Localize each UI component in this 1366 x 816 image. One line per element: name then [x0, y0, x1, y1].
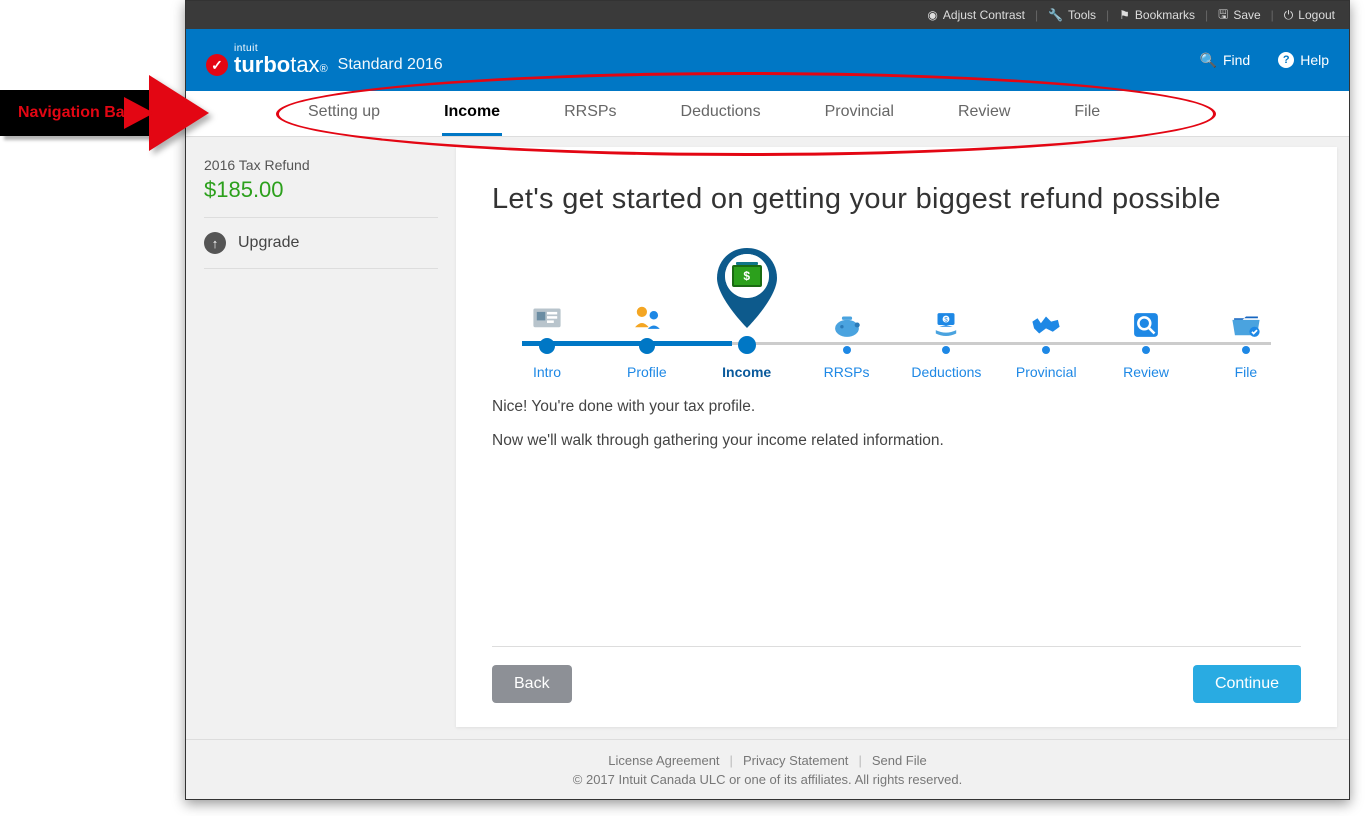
- step-label: Profile: [627, 364, 667, 380]
- tab-income[interactable]: Income: [442, 91, 502, 136]
- save-label: Save: [1233, 8, 1260, 22]
- step-label: Provincial: [1016, 364, 1077, 380]
- brand-logo-group: ✓ intuit turbotax® Standard 2016: [206, 44, 443, 76]
- tab-review[interactable]: Review: [956, 91, 1012, 136]
- step-deductions[interactable]: $ Deductions: [901, 290, 991, 380]
- adjust-contrast-label: Adjust Contrast: [943, 8, 1025, 22]
- top-toolbar: ◉ Adjust Contrast | 🔧 Tools | ⚑ Bookmark…: [186, 1, 1349, 29]
- checkmark-icon: ✓: [206, 54, 228, 76]
- rrsps-icon: [830, 290, 864, 342]
- privacy-link[interactable]: Privacy Statement: [743, 753, 849, 768]
- tab-file[interactable]: File: [1072, 91, 1102, 136]
- navigation-bar: Setting up Income RRSPs Deductions Provincia…: [186, 91, 1349, 137]
- logout-label: Logout: [1298, 8, 1335, 22]
- annotation-label: Navigation Bar: [18, 104, 131, 121]
- bookmarks-link[interactable]: ⚑ Bookmarks: [1119, 8, 1195, 22]
- button-row: Back Continue: [492, 665, 1301, 703]
- step-review[interactable]: Review: [1101, 290, 1191, 380]
- page-title: Let's get started on getting your bigges…: [492, 183, 1301, 216]
- progress-tracker: Intro Profile $ Income RRSPs $ Deductions Provi…: [492, 240, 1301, 380]
- step-intro[interactable]: Intro: [502, 282, 592, 380]
- tools-link[interactable]: 🔧 Tools: [1048, 8, 1096, 22]
- footer: License Agreement | Privacy Statement | …: [186, 739, 1349, 799]
- intro-text-2: Now we'll walk through gathering your in…: [492, 432, 1301, 450]
- upgrade-icon: ↑: [204, 232, 226, 254]
- wrench-icon: 🔧: [1048, 8, 1063, 22]
- eye-icon: ◉: [927, 8, 937, 22]
- license-link[interactable]: License Agreement: [608, 753, 719, 768]
- tab-rrsps[interactable]: RRSPs: [562, 91, 618, 136]
- refund-label: 2016 Tax Refund: [204, 157, 438, 173]
- help-icon: ?: [1278, 52, 1294, 68]
- tab-setting-up[interactable]: Setting up: [306, 91, 382, 136]
- search-icon: 🔍: [1200, 52, 1217, 69]
- power-icon: ⏻: [1284, 8, 1294, 23]
- brand-version: Standard 2016: [338, 56, 443, 74]
- sendfile-link[interactable]: Send File: [872, 753, 927, 768]
- upgrade-link[interactable]: ↑ Upgrade: [204, 232, 438, 269]
- bookmarks-label: Bookmarks: [1135, 8, 1195, 22]
- find-label: Find: [1223, 52, 1250, 68]
- brand-bar: ✓ intuit turbotax® Standard 2016 🔍 Find …: [186, 29, 1349, 91]
- main-card: Let's get started on getting your bigges…: [456, 147, 1337, 727]
- step-rrsps[interactable]: RRSPs: [802, 290, 892, 380]
- refund-amount: $185.00: [204, 177, 438, 203]
- step-profile[interactable]: Profile: [602, 282, 692, 380]
- step-label: Intro: [533, 364, 561, 380]
- tools-label: Tools: [1068, 8, 1096, 22]
- adjust-contrast-link[interactable]: ◉ Adjust Contrast: [927, 8, 1025, 22]
- step-label: Review: [1123, 364, 1169, 380]
- upgrade-label: Upgrade: [238, 234, 299, 252]
- copyright: © 2017 Intuit Canada ULC or one of its a…: [573, 772, 962, 787]
- app-window: ◉ Adjust Contrast | 🔧 Tools | ⚑ Bookmark…: [185, 0, 1350, 800]
- continue-button[interactable]: Continue: [1193, 665, 1301, 703]
- sidebar: 2016 Tax Refund $185.00 ↑ Upgrade: [186, 137, 456, 739]
- step-label: RRSPs: [824, 364, 870, 380]
- flag-icon: ⚑: [1119, 8, 1130, 22]
- logout-link[interactable]: ⏻ Logout: [1284, 8, 1335, 23]
- step-provincial[interactable]: Provincial: [1001, 290, 1091, 380]
- intro-icon: [530, 282, 564, 334]
- file-icon: [1229, 290, 1263, 342]
- deductions-icon: $: [929, 290, 963, 342]
- help-link[interactable]: ? Help: [1278, 52, 1329, 69]
- help-label: Help: [1300, 52, 1329, 68]
- step-label: File: [1235, 364, 1258, 380]
- intro-text-1: Nice! You're done with your tax profile.: [492, 398, 1301, 416]
- review-icon: [1129, 290, 1163, 342]
- back-button[interactable]: Back: [492, 665, 572, 703]
- income-icon: $: [711, 240, 783, 332]
- find-link[interactable]: 🔍 Find: [1200, 52, 1251, 69]
- brand-product: turbotax®: [234, 54, 328, 76]
- annotation-navigation-bar: Navigation Bar: [0, 90, 149, 136]
- step-label: Income: [722, 364, 771, 380]
- profile-icon: [630, 282, 664, 334]
- step-label: Deductions: [911, 364, 981, 380]
- tab-deductions[interactable]: Deductions: [679, 91, 763, 136]
- body-area: 2016 Tax Refund $185.00 ↑ Upgrade Let's …: [186, 137, 1349, 739]
- step-income[interactable]: $ Income: [702, 240, 792, 380]
- provincial-icon: [1029, 290, 1063, 342]
- tab-provincial[interactable]: Provincial: [823, 91, 896, 136]
- save-link[interactable]: 🖫 Save: [1218, 5, 1261, 26]
- save-icon: 🖫: [1218, 5, 1228, 26]
- step-file[interactable]: File: [1201, 290, 1291, 380]
